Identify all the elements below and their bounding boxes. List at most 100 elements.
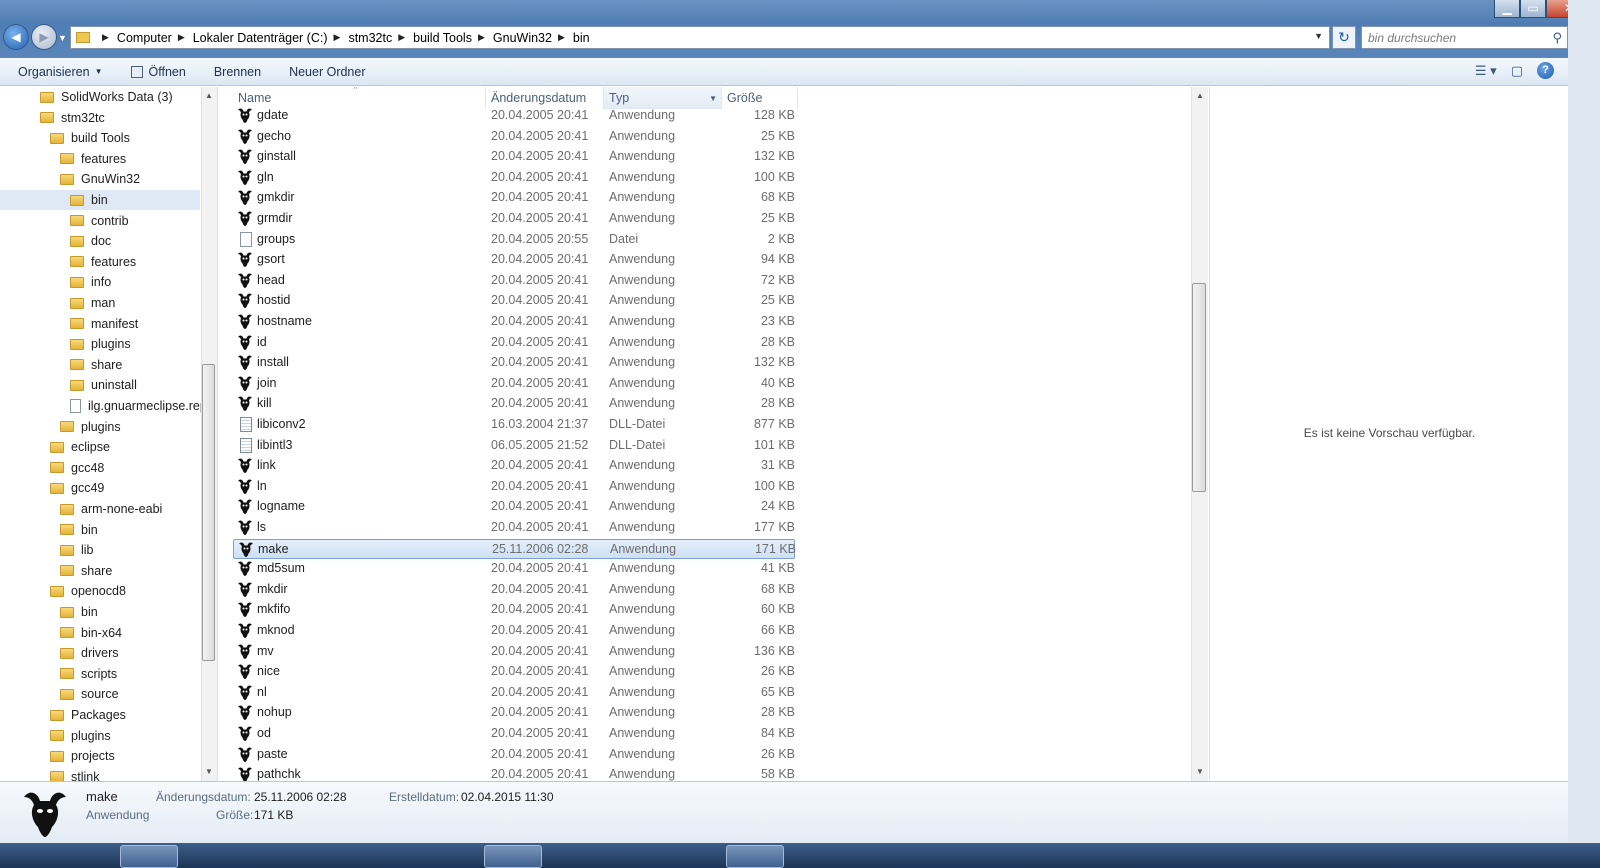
file-row[interactable]: kill 20.04.2005 20:41 Anwendung 28 KB [233, 394, 795, 414]
taskbar-button[interactable] [726, 845, 784, 868]
tree-item[interactable]: GnuWin32 [0, 169, 200, 189]
file-row[interactable]: ln 20.04.2005 20:41 Anwendung 100 KB [233, 477, 795, 497]
breadcrumb-item[interactable]: ▶ stm32tc [328, 31, 393, 45]
search-icon[interactable]: ⚲ [1552, 30, 1562, 46]
recent-pages-dropdown[interactable]: ▼ [58, 33, 67, 43]
file-row[interactable]: join 20.04.2005 20:41 Anwendung 40 KB [233, 374, 795, 394]
file-row[interactable]: gdate 20.04.2005 20:41 Anwendung 128 KB [233, 106, 795, 126]
file-row[interactable]: ls 20.04.2005 20:41 Anwendung 177 KB [233, 518, 795, 538]
tree-item[interactable]: plugins [0, 334, 200, 354]
maximize-button[interactable]: ▭ [1520, 0, 1546, 18]
breadcrumb-item[interactable]: ▶ GnuWin32 [472, 31, 552, 45]
tree-item[interactable]: plugins [0, 726, 200, 746]
tree-item[interactable]: Packages [0, 705, 200, 725]
file-row[interactable]: libiconv2 16.03.2004 21:37 DLL-Datei 877 KB [233, 415, 795, 435]
nav-scroll-up-icon[interactable]: ▲ [205, 91, 213, 100]
tree-item[interactable]: build Tools [0, 128, 200, 148]
file-row[interactable]: make 25.11.2006 02:28 Anwendung 171 KB [233, 538, 796, 559]
file-row[interactable]: install 20.04.2005 20:41 Anwendung 132 KB [233, 353, 795, 373]
file-row[interactable]: grmdir 20.04.2005 20:41 Anwendung 25 KB [233, 209, 795, 229]
taskbar-button[interactable] [484, 845, 542, 868]
tree-item[interactable]: arm-none-eabi [0, 499, 200, 519]
list-scroll-down-icon[interactable]: ▼ [1196, 767, 1204, 776]
breadcrumb-separator-icon[interactable]: ▶ [102, 32, 109, 43]
organize-button[interactable]: Organisieren ▼ [0, 58, 117, 85]
tree-item[interactable]: scripts [0, 664, 200, 684]
tree-item[interactable]: bin [0, 520, 200, 540]
list-scroll-up-icon[interactable]: ▲ [1196, 91, 1204, 100]
file-row[interactable]: mv 20.04.2005 20:41 Anwendung 136 KB [233, 642, 795, 662]
tree-item[interactable]: bin [0, 190, 200, 210]
file-row[interactable]: gecho 20.04.2005 20:41 Anwendung 25 KB [233, 127, 795, 147]
help-icon[interactable]: ? [1537, 62, 1554, 79]
preview-pane-icon[interactable]: ▢ [1511, 63, 1523, 79]
file-row[interactable]: gln 20.04.2005 20:41 Anwendung 100 KB [233, 168, 795, 188]
file-row[interactable]: logname 20.04.2005 20:41 Anwendung 24 KB [233, 497, 795, 517]
new-folder-button[interactable]: Neuer Ordner [275, 58, 379, 85]
file-row[interactable]: mknod 20.04.2005 20:41 Anwendung 66 KB [233, 621, 795, 641]
tree-item[interactable]: SolidWorks Data (3) [0, 87, 200, 107]
file-row[interactable]: link 20.04.2005 20:41 Anwendung 31 KB [233, 456, 795, 476]
file-row[interactable]: head 20.04.2005 20:41 Anwendung 72 KB [233, 271, 795, 291]
tree-item[interactable]: info [0, 272, 200, 292]
tree-item[interactable]: doc [0, 231, 200, 251]
tree-item[interactable]: bin-x64 [0, 623, 200, 643]
file-row[interactable]: hostname 20.04.2005 20:41 Anwendung 23 KB [233, 312, 795, 332]
file-row[interactable]: nice 20.04.2005 20:41 Anwendung 26 KB [233, 662, 795, 682]
breadcrumb-item[interactable]: ▶ Lokaler Datenträger (C:) [172, 31, 328, 45]
file-row[interactable]: mkfifo 20.04.2005 20:41 Anwendung 60 KB [233, 600, 795, 620]
tree-item[interactable]: drivers [0, 643, 200, 663]
file-row[interactable]: gsort 20.04.2005 20:41 Anwendung 94 KB [233, 250, 795, 270]
taskbar-button[interactable] [120, 845, 178, 868]
breadcrumb-separator-icon[interactable]: ▶ [478, 32, 485, 43]
forward-button[interactable]: ▶ [31, 24, 57, 50]
tree-item[interactable]: openocd8 [0, 581, 200, 601]
chevron-down-icon[interactable]: ▼ [709, 94, 717, 103]
breadcrumb-separator-icon[interactable]: ▶ [558, 32, 565, 43]
file-row[interactable]: md5sum 20.04.2005 20:41 Anwendung 41 KB [233, 559, 795, 579]
tree-item[interactable]: share [0, 355, 200, 375]
breadcrumb-item[interactable]: ▶ Computer [96, 31, 172, 45]
refresh-button[interactable]: ↻ [1332, 26, 1356, 49]
burn-button[interactable]: Brennen [200, 58, 275, 85]
file-row[interactable]: libintl3 06.05.2005 21:52 DLL-Datei 101 KB [233, 436, 795, 456]
breadcrumb-separator-icon[interactable]: ▶ [398, 32, 405, 43]
tree-item[interactable]: features [0, 252, 200, 272]
tree-item[interactable]: plugins [0, 417, 200, 437]
tree-item[interactable]: uninstall [0, 375, 200, 395]
tree-item[interactable]: lib [0, 540, 200, 560]
tree-item[interactable]: source [0, 684, 200, 704]
breadcrumb-separator-icon[interactable]: ▶ [334, 32, 341, 43]
breadcrumb-item[interactable]: ▶ bin [552, 31, 590, 45]
views-icon[interactable]: ☰ ▾ [1475, 63, 1497, 79]
tree-item[interactable]: features [0, 149, 200, 169]
file-row[interactable]: id 20.04.2005 20:41 Anwendung 28 KB [233, 333, 795, 353]
nav-scroll-down-icon[interactable]: ▼ [205, 767, 213, 776]
tree-item[interactable]: ilg.gnuarmeclipse.rep [0, 396, 207, 416]
file-row[interactable]: hostid 20.04.2005 20:41 Anwendung 25 KB [233, 291, 795, 311]
file-row[interactable]: paste 20.04.2005 20:41 Anwendung 26 KB [233, 745, 795, 765]
file-row[interactable]: groups 20.04.2005 20:55 Datei 2 KB [233, 230, 795, 250]
file-row[interactable]: nl 20.04.2005 20:41 Anwendung 65 KB [233, 683, 795, 703]
file-row[interactable]: pathchk 20.04.2005 20:41 Anwendung 58 KB [233, 765, 795, 781]
tree-item[interactable]: eclipse [0, 437, 200, 457]
file-row[interactable]: gmkdir 20.04.2005 20:41 Anwendung 68 KB [233, 188, 795, 208]
list-scrollbar-thumb[interactable] [1192, 283, 1206, 492]
search-input[interactable]: bin durchsuchen ⚲ [1361, 26, 1568, 49]
minimize-button[interactable]: ▁ [1494, 0, 1520, 18]
file-row[interactable]: nohup 20.04.2005 20:41 Anwendung 28 KB [233, 703, 795, 723]
file-row[interactable]: mkdir 20.04.2005 20:41 Anwendung 68 KB [233, 580, 795, 600]
tree-item[interactable]: gcc48 [0, 458, 200, 478]
file-row[interactable]: od 20.04.2005 20:41 Anwendung 84 KB [233, 724, 795, 744]
tree-item[interactable]: stm32tc [0, 108, 200, 128]
address-bar[interactable]: ▶ Computer ▶ Lokaler Datenträger (C:) ▶ stm32… [70, 26, 1330, 49]
file-row[interactable]: ginstall 20.04.2005 20:41 Anwendung 132 KB [233, 147, 795, 167]
tree-item[interactable]: contrib [0, 211, 200, 231]
back-button[interactable]: ◀ [3, 24, 29, 50]
breadcrumb-separator-icon[interactable]: ▶ [178, 32, 185, 43]
tree-item[interactable]: bin [0, 602, 200, 622]
tree-item[interactable]: gcc49 [0, 478, 200, 498]
tree-item[interactable]: projects [0, 746, 200, 766]
tree-item[interactable]: share [0, 561, 200, 581]
address-history-dropdown[interactable]: ▼ [1314, 31, 1323, 41]
